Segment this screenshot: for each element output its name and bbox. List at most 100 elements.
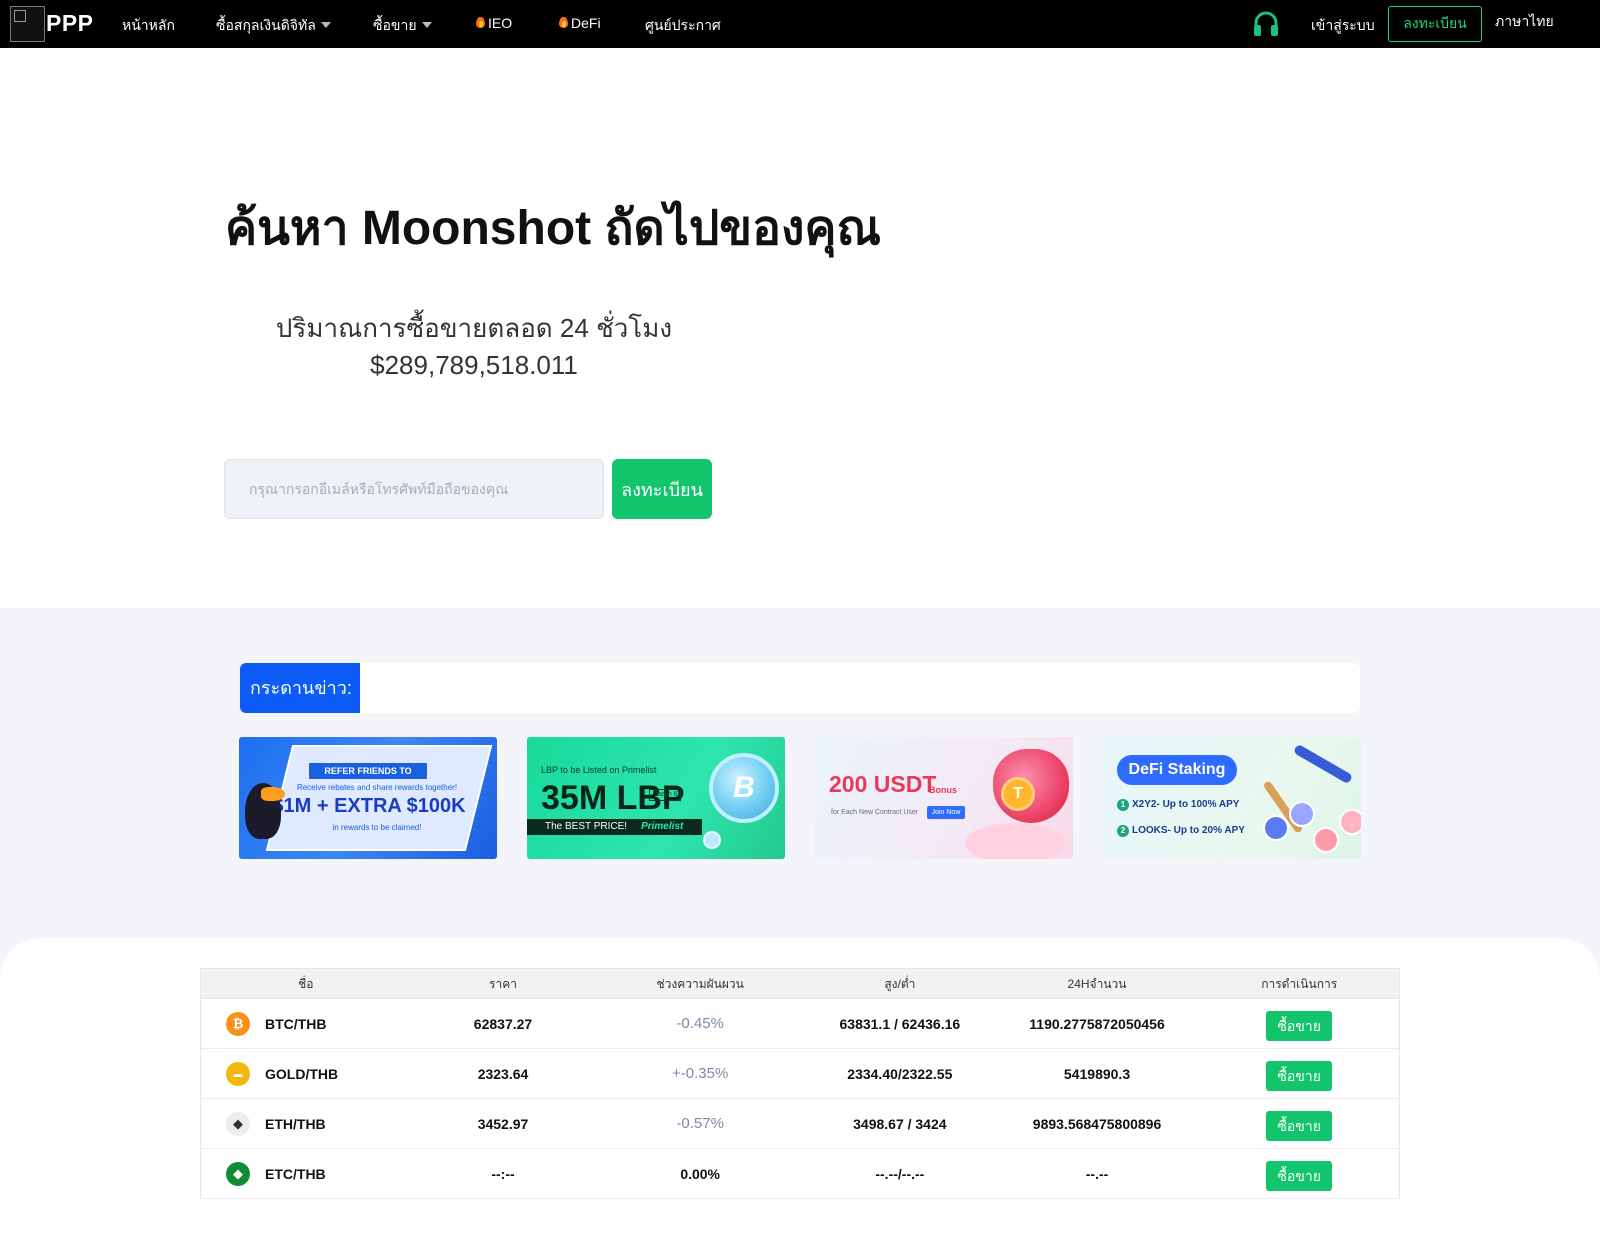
promo-banner-referral[interactable]: REFER FRIENDS TO TRADE! Receive rebates … <box>239 737 497 859</box>
change-cell: 0.00% <box>680 1165 721 1182</box>
nav-item-announcements[interactable]: ศูนย์ประกาศ <box>645 15 721 37</box>
nav-item-buy-crypto[interactable]: ซื้อสกุลเงินดิจิทัล <box>216 15 331 37</box>
table-row[interactable]: ◆ ETC/THB --:-- 0.00% --.--/--.-- --.-- ซื้อขา… <box>201 1149 1399 1199</box>
table-header: ชื่อ ราคา ช่วงความผันผวน สูง/ต่ำ 24Hจำนว… <box>201 969 1399 999</box>
coin-icon <box>1339 809 1361 835</box>
banner-headline: $1M + EXTRA $100K <box>272 795 466 817</box>
ethereum-icon: ◆ <box>226 1111 250 1136</box>
tether-coin-icon: T <box>1001 777 1035 811</box>
news-label: กระดานข่าว: <box>240 663 360 713</box>
banner-strip: The BEST PRICE! Primelist <box>527 819 702 835</box>
nav-item-label: ซื้อขาย <box>373 17 417 33</box>
coin-icon <box>1289 801 1315 827</box>
volume-cell: 1190.2775872050456 <box>1029 1015 1165 1032</box>
chevron-down-icon <box>421 22 432 28</box>
nav-item-label: ซื้อสกุลเงินดิจิทัล <box>216 17 316 33</box>
trade-button[interactable]: ซื้อขาย <box>1266 1060 1333 1091</box>
toucan-beak <box>261 787 285 801</box>
line-text: LOOKS- Up to 20% APY <box>1132 825 1245 836</box>
volume-label: ปริมาณการซื้อขายตลอด 24 ชั่วโมง <box>275 313 673 343</box>
high-low-cell: 63831.1 / 62436.16 <box>839 1015 961 1032</box>
table-row[interactable]: ▬ GOLD/THB 2323.64 +-0.35% 2334.40/2322.55 54… <box>201 1049 1399 1099</box>
line-number: 2 <box>1117 825 1129 837</box>
email-phone-input[interactable] <box>224 459 604 519</box>
blob-decoration <box>965 823 1065 859</box>
promo-banner-defi-staking[interactable]: DeFi Staking 1 X2Y2- Up to 100% APY 2 LOOK… <box>1103 737 1361 859</box>
change-cell: -0.57% <box>676 1115 724 1132</box>
column-header-name: ชื่อ <box>298 977 314 991</box>
banner-note: in rewards to be claimed! <box>332 823 422 832</box>
nav-item-home[interactable]: หน้าหลัก <box>122 15 175 37</box>
price-cell: --:-- <box>491 1165 515 1182</box>
column-header-volume: 24Hจำนวน <box>1067 977 1127 991</box>
high-low-cell: 3498.67 / 3424 <box>853 1115 947 1132</box>
banner-bonus-label: Bonus <box>929 785 957 795</box>
banner-headline: DeFi Staking <box>1117 755 1237 785</box>
volume-cell: --.-- <box>1085 1165 1109 1182</box>
column-header-high-low: สูง/ต่ำ <box>884 977 916 991</box>
column-header-action: การดำเนินการ <box>1261 977 1338 991</box>
fire-icon <box>476 17 485 28</box>
promo-banner-lbp-listing[interactable]: LBP to be Listed on Primelist 35M LBP Ma… <box>527 737 785 859</box>
change-cell: -0.45% <box>676 1015 724 1032</box>
banner-ribbon: REFER FRIENDS TO TRADE! <box>309 763 427 792</box>
volume-cell: 9893.568475800896 <box>1032 1115 1162 1132</box>
register-button[interactable]: ลงทะเบียน <box>1388 6 1482 42</box>
join-now-badge: Join Now <box>927 806 965 819</box>
news-ticker[interactable] <box>240 663 1360 713</box>
lbp-coin-icon <box>709 753 779 823</box>
staking-line-1: 1 X2Y2- Up to 100% APY <box>1117 799 1239 811</box>
promo-banner-usdt-bonus[interactable]: T 200 USDT Bonus for Each New Contract U… <box>815 737 1073 859</box>
nav-item-label: DeFi <box>571 15 601 31</box>
banner-top-text: LBP to be Listed on Primelist <box>541 765 657 775</box>
change-cell: +-0.35% <box>672 1065 729 1082</box>
price-cell: 62837.27 <box>473 1015 533 1032</box>
price-cell: 3452.97 <box>477 1115 529 1132</box>
pair-name[interactable]: GOLD/THB <box>265 1066 338 1082</box>
column-header-change: ช่วงความผันผวน <box>656 977 744 991</box>
volume-value: $289,789,518.011 <box>370 350 578 380</box>
line-text: X2Y2- Up to 100% APY <box>1132 799 1240 810</box>
trade-button[interactable]: ซื้อขาย <box>1266 1110 1333 1141</box>
coin-icon <box>1313 827 1339 853</box>
price-cell: 2323.64 <box>477 1065 529 1082</box>
table-row[interactable]: ₿ BTC/THB 62837.27 -0.45% 63831.1 / 62436.16… <box>201 999 1399 1049</box>
logo-image[interactable] <box>10 6 45 42</box>
brand-name[interactable]: PPP <box>46 10 94 37</box>
hero-register-button[interactable]: ลงทะเบียน <box>612 459 712 519</box>
trade-button[interactable]: ซื้อขาย <box>1266 1010 1333 1041</box>
banner-strip-text: The BEST PRICE! <box>545 821 628 832</box>
staking-line-2: 2 LOOKS- Up to 20% APY <box>1117 825 1245 837</box>
pair-name[interactable]: ETH/THB <box>265 1116 326 1132</box>
action-cell: ซื้อขาย <box>1199 1157 1399 1191</box>
pair-name[interactable]: ETC/THB <box>265 1166 326 1182</box>
nav-item-ieo[interactable]: IEO <box>476 15 512 31</box>
bubble-decoration <box>703 831 721 849</box>
login-link[interactable]: เข้าสู่ระบบ <box>1311 15 1375 37</box>
high-low-cell: 2334.40/2322.55 <box>847 1065 953 1082</box>
nav-item-defi[interactable]: DeFi <box>559 15 601 31</box>
pair-name[interactable]: BTC/THB <box>265 1016 326 1032</box>
nav-item-label: IEO <box>488 15 513 31</box>
ethereum-classic-icon: ◆ <box>226 1161 250 1186</box>
action-cell: ซื้อขาย <box>1199 1007 1399 1041</box>
headset-icon[interactable] <box>1252 10 1280 38</box>
banner-subtitle: Receive rebates and share rewards togeth… <box>296 783 458 792</box>
high-low-cell: --.--/--.-- <box>875 1165 925 1182</box>
fire-icon <box>559 17 568 28</box>
nav-item-trade[interactable]: ซื้อขาย <box>373 15 432 37</box>
banner-subtitle: for Each New Contract User <box>831 809 919 816</box>
trade-button[interactable]: ซื้อขาย <box>1266 1160 1333 1191</box>
volume-cell: 5419890.3 <box>1063 1065 1131 1082</box>
table-row[interactable]: ◆ ETH/THB 3452.97 -0.57% 3498.67 / 3424 9893.… <box>201 1099 1399 1149</box>
action-cell: ซื้อขาย <box>1199 1107 1399 1141</box>
language-selector[interactable]: ภาษาไทย <box>1495 11 1554 33</box>
pickaxe-icon <box>1292 743 1354 785</box>
hero-title: ค้นหา Moonshot ถัดไปของคุณ <box>225 202 882 255</box>
chevron-down-icon <box>320 22 331 28</box>
column-header-price: ราคา <box>489 977 517 991</box>
coin-icon <box>1263 815 1289 841</box>
line-number: 1 <box>1117 799 1129 811</box>
banner-headline: 200 USDT <box>829 771 937 797</box>
gold-icon: ▬ <box>226 1061 250 1086</box>
